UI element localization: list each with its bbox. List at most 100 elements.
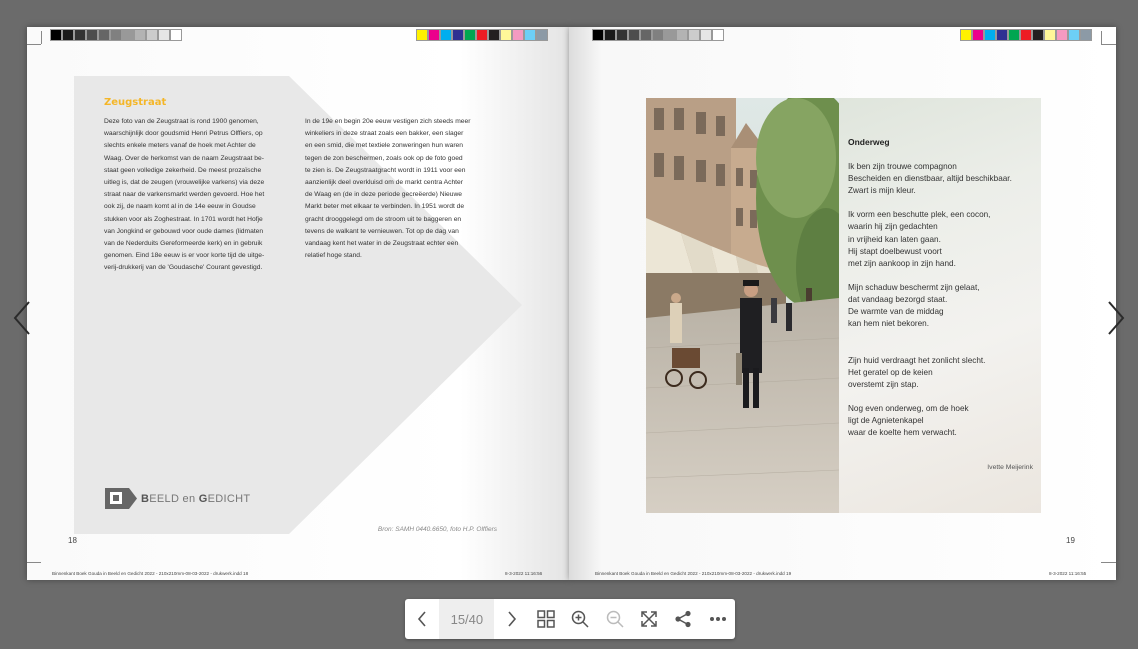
beeld-en-gedicht-logo: BEELD en GEDICHT bbox=[105, 488, 250, 509]
color-swatch bbox=[616, 29, 628, 41]
page-counter[interactable]: 15/40 bbox=[439, 599, 495, 639]
share-icon bbox=[675, 610, 692, 628]
text-line: winkeliers in deze straat zoals een bakk… bbox=[305, 130, 464, 138]
color-swatch bbox=[476, 29, 488, 41]
poem-title: Onderweg bbox=[848, 137, 890, 147]
thumbnails-button[interactable] bbox=[529, 599, 563, 639]
text-line: waarschijnlijk door goudsmid Henri Petru… bbox=[104, 130, 263, 138]
color-swatch bbox=[592, 29, 604, 41]
color-swatch bbox=[1056, 29, 1068, 41]
color-swatch bbox=[170, 29, 182, 41]
poem-author: Ivette Meijerink bbox=[987, 464, 1033, 471]
color-swatch bbox=[428, 29, 440, 41]
color-swatch bbox=[74, 29, 86, 41]
logo-mark-icon bbox=[105, 488, 137, 509]
page-number: 19 bbox=[1066, 536, 1075, 545]
color-swatch bbox=[488, 29, 500, 41]
text-line: de Waag en (de in deze periode gecreëerd… bbox=[305, 191, 463, 199]
street-photo bbox=[646, 98, 839, 513]
color-swatch bbox=[440, 29, 452, 41]
process-color-bar bbox=[416, 29, 548, 41]
print-slug-date: 8-3-2022 11:16:56 bbox=[505, 571, 543, 576]
color-swatch bbox=[1068, 29, 1080, 41]
previous-page-button[interactable] bbox=[405, 599, 439, 639]
chevron-left-icon bbox=[418, 611, 426, 627]
viewer-toolbar: 15/40 bbox=[405, 599, 735, 639]
next-page-icon[interactable] bbox=[1106, 300, 1126, 336]
print-slug-date: 8-3-2022 11:16:55 bbox=[1049, 571, 1087, 576]
crop-mark bbox=[41, 31, 42, 44]
text-line: Waag. Over de herkomst van de naam Zeugs… bbox=[104, 154, 264, 162]
color-swatch bbox=[416, 29, 428, 41]
crop-mark bbox=[1101, 562, 1116, 563]
text-line: In de 19e en begin 20e eeuw vestigen zic… bbox=[305, 118, 471, 125]
color-swatch bbox=[1044, 29, 1056, 41]
text-line: vandaag kent het water in de Zeugstraat … bbox=[305, 240, 459, 248]
prev-page-icon[interactable] bbox=[12, 300, 32, 336]
text-line: verij-drukkerij van de 'Goudasche' Coura… bbox=[104, 264, 263, 272]
zoom-in-button[interactable] bbox=[563, 599, 597, 639]
color-swatch bbox=[640, 29, 652, 41]
color-swatch bbox=[50, 29, 62, 41]
logo-text: BEELD en GEDICHT bbox=[141, 492, 251, 505]
color-swatch bbox=[604, 29, 616, 41]
share-button[interactable] bbox=[666, 599, 700, 639]
color-swatch bbox=[146, 29, 158, 41]
text-line: tegen de zon beschermen, zoals ook op de… bbox=[305, 154, 463, 162]
grayscale-color-bar bbox=[50, 29, 182, 41]
color-swatch bbox=[452, 29, 464, 41]
color-swatch bbox=[1008, 29, 1020, 41]
color-swatch bbox=[972, 29, 984, 41]
print-slug-left: Binnenkant Boek Gouda in Beeld en Gedich… bbox=[595, 571, 792, 576]
text-line: Markt beter met elkaar te verbinden. In … bbox=[305, 203, 465, 211]
text-line: relatief hoge stand. bbox=[305, 252, 362, 260]
color-swatch bbox=[536, 29, 548, 41]
thumbnails-icon bbox=[537, 610, 555, 628]
crop-mark bbox=[1101, 44, 1116, 45]
color-swatch bbox=[628, 29, 640, 41]
text-line: van Jongkind er gebouwd voor oude dames … bbox=[104, 227, 264, 235]
text-line: slechts enkele meters vanaf de hoek met … bbox=[104, 142, 256, 150]
text-line: ook zij, de naam komt al in de 14e eeuw … bbox=[104, 203, 256, 211]
print-slug-left: Binnenkant Boek Gouda in Beeld en Gedich… bbox=[52, 571, 249, 576]
color-swatch bbox=[500, 29, 512, 41]
text-line: aanzienlijk deel overkluisd om de markt … bbox=[305, 179, 463, 187]
text-line: gracht drooggelegd om de stroom uit te b… bbox=[305, 215, 462, 223]
fullscreen-icon bbox=[641, 611, 657, 627]
color-swatch bbox=[464, 29, 476, 41]
article-heading: Zeugstraat bbox=[104, 97, 167, 108]
text-line: tevens de walkant te vernieuwen. Tot op … bbox=[305, 227, 459, 235]
page-number: 18 bbox=[68, 536, 77, 545]
right-page[interactable]: Onderweg Ik ben zijn trouwe compagnon Be… bbox=[569, 27, 1116, 580]
color-swatch bbox=[676, 29, 688, 41]
process-color-bar bbox=[960, 29, 1092, 41]
more-options-button[interactable] bbox=[701, 599, 735, 639]
color-swatch bbox=[996, 29, 1008, 41]
left-page[interactable]: Zeugstraat Deze foto van de Zeugstraat i… bbox=[27, 27, 569, 580]
text-line: te zien is. De Zeugstraatgracht wordt in… bbox=[305, 166, 466, 174]
text-line: staat geen volledige zekerheid. De meest… bbox=[104, 166, 262, 174]
text-line: uitleg is, dat de zeugen (vrouwelijke va… bbox=[104, 179, 265, 187]
poem-text: Ik ben zijn trouwe compagnon Bescheiden … bbox=[848, 162, 1012, 438]
color-swatch bbox=[158, 29, 170, 41]
zoom-out-button[interactable] bbox=[598, 599, 632, 639]
color-swatch bbox=[1020, 29, 1032, 41]
zoom-out-icon bbox=[606, 610, 624, 628]
color-swatch bbox=[700, 29, 712, 41]
text-line: en een smid, die met textiele zonweringe… bbox=[305, 142, 463, 150]
next-page-button[interactable] bbox=[494, 599, 528, 639]
color-swatch bbox=[1080, 29, 1092, 41]
crop-mark bbox=[1101, 31, 1102, 44]
color-swatch bbox=[652, 29, 664, 41]
color-swatch bbox=[134, 29, 146, 41]
zoom-in-icon bbox=[572, 610, 589, 628]
more-icon bbox=[709, 617, 726, 621]
text-line: van de Nederduits Gereformeerde kerk) en… bbox=[104, 240, 263, 248]
crop-mark bbox=[27, 44, 41, 45]
color-swatch bbox=[512, 29, 524, 41]
color-swatch bbox=[110, 29, 122, 41]
text-line: genomen. Eind 18e eeuw is er voor korte … bbox=[104, 252, 265, 260]
grayscale-color-bar bbox=[592, 29, 724, 41]
fullscreen-button[interactable] bbox=[632, 599, 666, 639]
color-swatch bbox=[122, 29, 134, 41]
